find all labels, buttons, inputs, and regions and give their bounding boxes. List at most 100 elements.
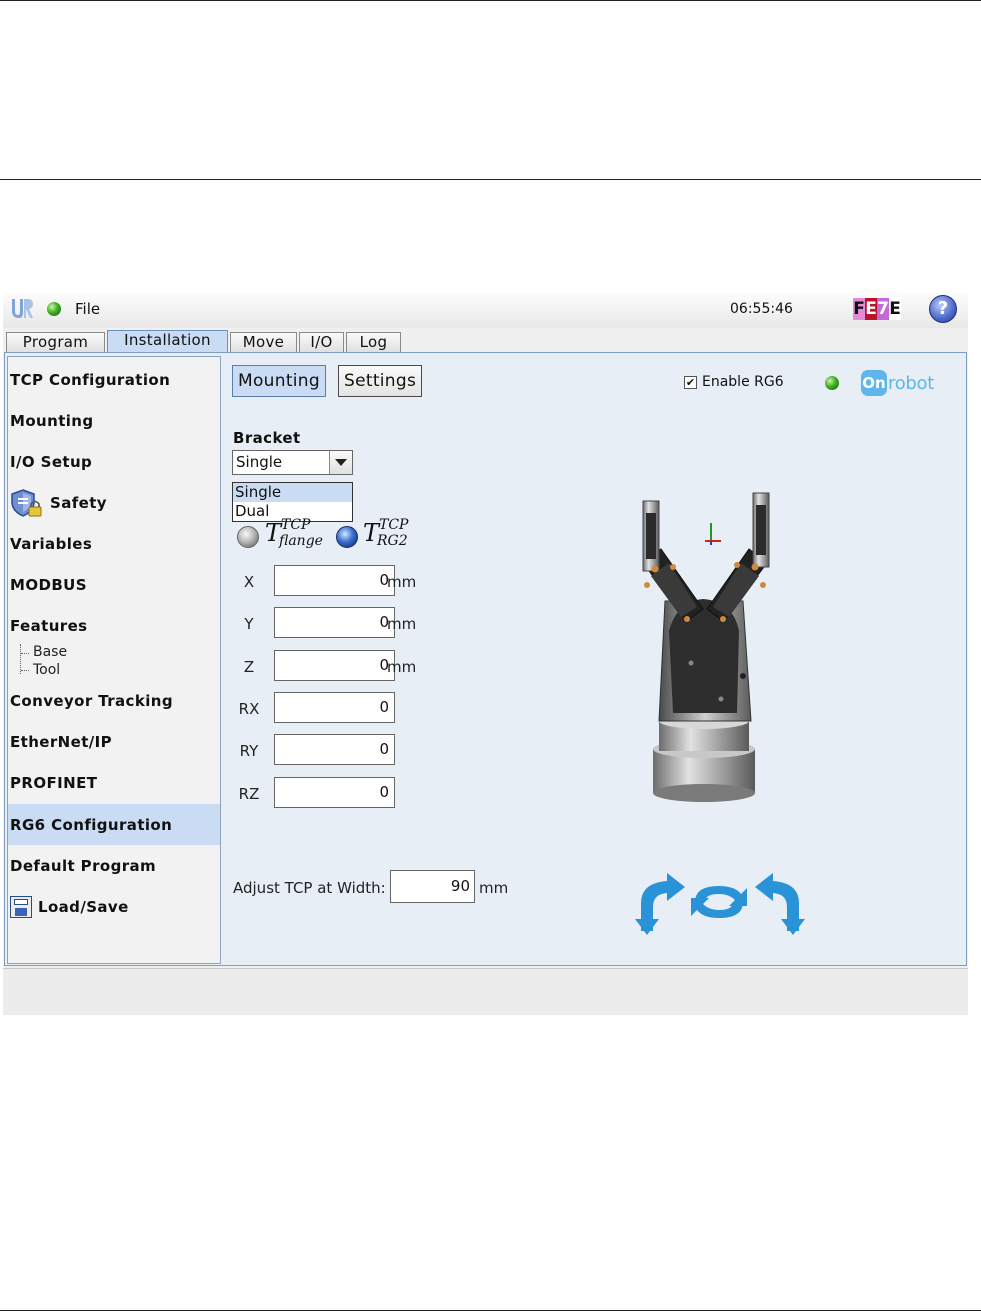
sidebar-item-tcp-configuration[interactable]: TCP Configuration (8, 360, 220, 400)
sidebar-item-label: Safety (50, 494, 107, 512)
coord-z-unit: mm (387, 658, 417, 676)
sidebar-item-label: Mounting (10, 412, 94, 430)
sidebar-subitem-base[interactable]: Base (33, 644, 67, 660)
sidebar-item-ethernet-ip[interactable]: EtherNet/IP (8, 722, 220, 762)
onrobot-wordmark: robot (888, 372, 935, 394)
rotate-left-icon[interactable] (627, 869, 687, 935)
coord-y-unit: mm (387, 615, 417, 633)
sidebar-item-label: Load/Save (38, 898, 129, 916)
sidebar-item-modbus[interactable]: MODBUS (8, 565, 220, 605)
tcp-superscript: TCP (379, 517, 409, 533)
sidebar-item-label: MODBUS (10, 576, 87, 594)
sidebar-item-label: RG6 Configuration (10, 815, 173, 834)
onrobot-logo: On robot (861, 370, 934, 396)
tcp-rg2-radio[interactable] (336, 526, 358, 548)
top-bar: File 06:55:46 F E 7 E ? (3, 292, 968, 328)
document-rule-top (0, 0, 981, 1)
subtab-mounting[interactable]: Mounting (232, 365, 326, 397)
tcp-subscript: flange (279, 533, 323, 549)
floppy-disk-icon (10, 896, 32, 918)
checkbox-check-icon[interactable]: ✔ (684, 375, 697, 389)
tab-io[interactable]: I/O (299, 332, 344, 352)
main-tabs: Program Installation Move I/O Log (3, 330, 968, 352)
coord-ry-input[interactable]: 0 (274, 734, 395, 765)
gripper-status-led-icon (825, 376, 839, 390)
enable-rg6-checkbox[interactable]: ✔ Enable RG6 (684, 374, 784, 390)
sidebar-item-rg6-configuration[interactable]: RG6 Configuration (8, 804, 220, 845)
tcp-subscript: RG2 (377, 533, 408, 549)
coord-rx-label: RX (238, 700, 260, 718)
coord-x-label: X (243, 573, 255, 591)
bracket-dropdown-list: Single Dual (232, 482, 353, 522)
coord-rz-label: RZ (238, 785, 260, 803)
sidebar-item-label: I/O Setup (10, 453, 93, 471)
status-badge: F E 7 E (853, 298, 901, 320)
sidebar-item-label: Variables (10, 535, 93, 553)
enable-rg6-label: Enable RG6 (702, 374, 784, 390)
sidebar-item-mounting[interactable]: Mounting (8, 401, 220, 441)
sidebar-item-load-save[interactable]: Load/Save (8, 887, 220, 927)
tcp-superscript: TCP (281, 517, 311, 533)
tab-program[interactable]: Program (6, 332, 105, 352)
file-menu[interactable]: File (75, 300, 100, 318)
tcp-flange-radio[interactable] (237, 526, 259, 548)
sidebar-subitem-tool[interactable]: Tool (33, 662, 60, 678)
badge-letter: E (889, 298, 901, 320)
installation-content: TCP Configuration Mounting I/O Setup Saf… (4, 352, 967, 966)
coord-y-input[interactable]: 0 (274, 607, 395, 638)
bracket-selected-value: Single (236, 453, 283, 471)
adjust-tcp-width-input[interactable]: 90 (390, 870, 475, 903)
subtab-settings[interactable]: Settings (338, 365, 423, 397)
sidebar-item-default-program[interactable]: Default Program (8, 846, 220, 886)
dropdown-option-single[interactable]: Single (233, 483, 352, 502)
document-rule-bottom (0, 1310, 981, 1311)
badge-letter: F (853, 298, 865, 320)
coord-rx-input[interactable]: 0 (274, 692, 395, 723)
sidebar-item-label: Conveyor Tracking (10, 692, 173, 710)
coord-rz-input[interactable]: 0 (274, 777, 395, 808)
shield-lock-icon (11, 489, 42, 517)
sidebar-item-variables[interactable]: Variables (8, 524, 220, 564)
tcp-flange-label: T TCP flange (265, 517, 323, 549)
document-rule-header (0, 179, 981, 180)
sidebar-item-profinet[interactable]: PROFINET (8, 763, 220, 803)
bracket-select[interactable]: Single (232, 450, 353, 475)
coord-x-input[interactable]: 0 (274, 565, 395, 596)
tree-connector (21, 653, 29, 654)
sidebar-item-label: EtherNet/IP (10, 733, 113, 751)
polyscope-screen: File 06:55:46 F E 7 E ? Program Installa… (3, 292, 968, 1015)
sidebar-item-label: PROFINET (10, 774, 98, 792)
sidebar-item-io-setup[interactable]: I/O Setup (8, 442, 220, 482)
gripper-3d-view[interactable] (625, 481, 785, 811)
installation-sidebar: TCP Configuration Mounting I/O Setup Saf… (7, 356, 221, 964)
coord-z-input[interactable]: 0 (274, 650, 395, 681)
tab-installation[interactable]: Installation (107, 330, 228, 352)
badge-letter: E (865, 298, 877, 320)
badge-letter: 7 (877, 298, 889, 320)
onrobot-mark: On (861, 370, 887, 396)
robot-status-led-icon (47, 302, 61, 316)
rg6-configuration-panel: Mounting Settings ✔ Enable RG6 On robot … (225, 356, 965, 964)
clock-time: 06:55:46 (730, 301, 793, 317)
rotate-cycle-icon[interactable] (687, 880, 751, 924)
rotate-right-icon[interactable] (753, 869, 813, 935)
adjust-tcp-label: Adjust TCP at Width: (233, 879, 386, 897)
tab-move[interactable]: Move (230, 332, 297, 352)
sidebar-item-conveyor-tracking[interactable]: Conveyor Tracking (8, 681, 220, 721)
tab-log[interactable]: Log (346, 332, 401, 352)
tree-connector (21, 670, 29, 671)
bracket-label: Bracket (233, 429, 301, 447)
chevron-down-icon (335, 459, 347, 466)
coord-y-label: Y (244, 615, 254, 633)
sidebar-item-features[interactable]: Features (8, 606, 220, 646)
adjust-tcp-unit: mm (479, 879, 509, 897)
coord-x-unit: mm (387, 573, 417, 591)
help-button[interactable]: ? (929, 295, 957, 323)
tcp-rg2-label: T TCP RG2 (363, 517, 408, 549)
footer-bar (3, 968, 968, 1015)
coord-ry-label: RY (239, 742, 259, 760)
sidebar-item-label: TCP Configuration (10, 371, 171, 389)
bracket-dropdown-button[interactable] (329, 451, 352, 474)
sidebar-item-safety[interactable]: Safety (8, 483, 220, 523)
sidebar-item-label: Default Program (10, 857, 157, 875)
